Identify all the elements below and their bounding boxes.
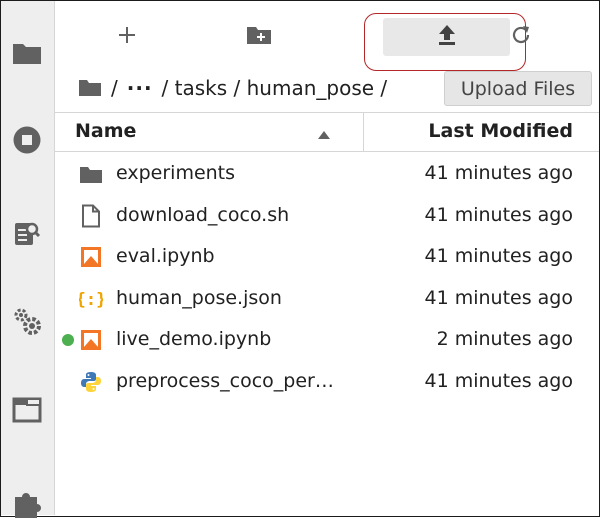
breadcrumb: / ··· / tasks / human_pose / [78,72,396,104]
list-item[interactable]: {:} human_pose.json 41 minutes ago [55,278,599,320]
breadcrumb-ellipsis[interactable]: ··· [127,76,153,100]
upload-files-button[interactable] [383,18,510,56]
extension-puzzle-icon[interactable] [9,485,45,521]
breadcrumb-separator: / [111,76,118,100]
file-name: live_demo.ipynb [116,328,272,350]
file-list: experiments 41 minutes ago download_coco… [55,153,599,402]
running-indicator-dot [62,334,74,346]
new-folder-button[interactable] [239,17,279,57]
file-modified: 41 minutes ago [424,203,574,226]
property-inspector-icon[interactable] [9,215,45,251]
file-name: human_pose.json [116,286,282,309]
list-item[interactable]: preprocess_coco_per… 41 minutes ago [55,361,599,403]
running-stop-icon[interactable] [9,122,45,158]
upload-files-tooltip: Upload Files [444,71,592,106]
upload-icon [437,24,457,50]
new-launcher-button[interactable] [107,17,147,57]
column-divider [363,113,364,151]
settings-gears-icon[interactable] [9,303,45,339]
list-item[interactable]: download_coco.sh 41 minutes ago [55,195,599,237]
plus-icon [118,26,136,48]
folder-icon[interactable] [78,76,102,100]
file-name: experiments [116,162,236,184]
file-modified: 41 minutes ago [424,369,574,392]
file-modified: 2 minutes ago [436,328,573,350]
file-name: download_coco.sh [116,203,290,226]
sort-ascending-icon [317,125,331,144]
file-modified: 41 minutes ago [424,245,574,267]
file-name: eval.ipynb [116,245,215,267]
file-icon [79,204,103,228]
folder-icon [79,162,103,186]
list-item[interactable]: live_demo.ipynb 2 minutes ago [55,319,599,361]
breadcrumb-path[interactable]: / tasks / human_pose / [162,76,388,100]
file-modified: 41 minutes ago [424,162,574,184]
refresh-icon [510,24,532,50]
list-item[interactable]: eval.ipynb 41 minutes ago [55,236,599,278]
file-list-header: Name Last Modified [55,112,599,152]
json-icon: {:} [79,287,103,311]
svg-text:{:}: {:} [79,290,103,310]
tab-window-icon[interactable] [9,392,45,428]
file-modified: 41 minutes ago [424,286,574,309]
list-item[interactable]: experiments 41 minutes ago [55,153,599,195]
left-sidebar [1,1,55,518]
column-last-modified-header[interactable]: Last Modified [428,120,573,142]
python-icon [79,370,103,394]
new-folder-icon [246,25,272,49]
notebook-icon [79,245,103,269]
file-name: preprocess_coco_per… [116,369,334,392]
file-browser-toolbar [55,1,599,71]
folder-icon[interactable] [9,35,45,71]
notebook-icon [79,328,103,352]
refresh-button[interactable] [501,17,541,57]
column-name-header[interactable]: Name [75,120,136,142]
